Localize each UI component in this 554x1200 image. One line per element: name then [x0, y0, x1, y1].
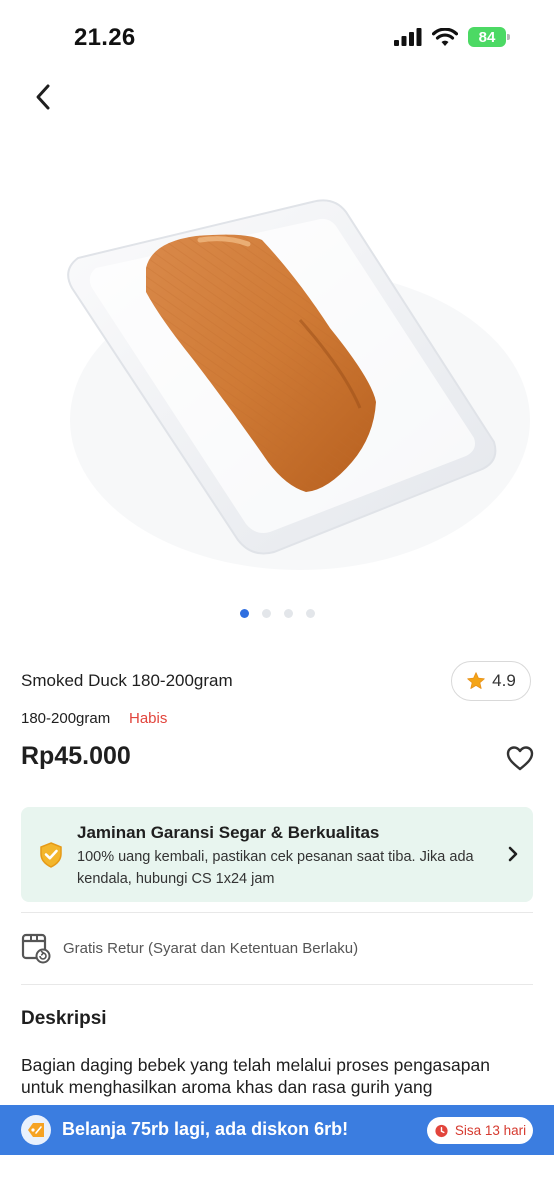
- back-icon: [36, 84, 50, 110]
- carousel-dot[interactable]: [261, 609, 271, 618]
- battery-level: 84: [478, 28, 496, 46]
- back-button[interactable]: [26, 80, 60, 114]
- promo-timer-text: Sisa 13 hari: [454, 1123, 527, 1138]
- return-policy-text: Gratis Retur (Syarat dan Ketentuan Berla…: [63, 939, 359, 957]
- shield-check-icon: [40, 842, 62, 868]
- clock-icon: [435, 1124, 448, 1138]
- description-text: Bagian daging bebek yang telah melalui p…: [21, 1055, 490, 1097]
- product-image[interactable]: [0, 140, 554, 600]
- return-box-icon: [21, 933, 51, 964]
- product-variant: 180-200gram: [21, 710, 111, 727]
- heart-icon: [506, 746, 534, 771]
- status-bar: 21.26 84: [0, 0, 554, 74]
- status-time: 21.26: [74, 24, 136, 51]
- discount-icon: [21, 1115, 51, 1145]
- product-price: Rp45.000: [21, 742, 131, 770]
- rating-badge[interactable]: 4.9: [451, 661, 531, 701]
- wifi-icon: [432, 27, 458, 46]
- return-policy-row[interactable]: Gratis Retur (Syarat dan Ketentuan Berla…: [21, 931, 533, 965]
- guarantee-title: Jaminan Garansi Segar & Berkualitas: [77, 823, 380, 842]
- divider: [21, 984, 533, 985]
- status-icons: 84: [394, 27, 510, 47]
- carousel-indicator: [0, 609, 554, 618]
- chevron-right-icon: [508, 846, 518, 862]
- battery-indicator: 84: [468, 27, 510, 47]
- stock-status: Habis: [129, 710, 168, 727]
- carousel-dot[interactable]: [305, 609, 315, 618]
- promo-banner[interactable]: Belanja 75rb lagi, ada diskon 6rb! Sisa …: [0, 1105, 554, 1155]
- promo-text: Belanja 75rb lagi, ada diskon 6rb!: [62, 1119, 349, 1139]
- carousel-dot[interactable]: [283, 609, 293, 618]
- guarantee-card[interactable]: Jaminan Garansi Segar & Berkualitas 100%…: [21, 807, 533, 902]
- promo-timer-badge: Sisa 13 hari: [427, 1117, 533, 1144]
- divider: [21, 912, 533, 913]
- carousel-dot[interactable]: [239, 609, 249, 618]
- rating-value: 4.9: [492, 671, 516, 690]
- guarantee-description: 100% uang kembali, pastikan cek pesanan …: [77, 849, 474, 887]
- description-title: Deskripsi: [21, 1008, 107, 1029]
- star-icon: [467, 672, 485, 689]
- product-title: Smoked Duck 180-200gram: [21, 671, 233, 690]
- favorite-button[interactable]: [505, 744, 535, 772]
- signal-icon: [394, 28, 422, 46]
